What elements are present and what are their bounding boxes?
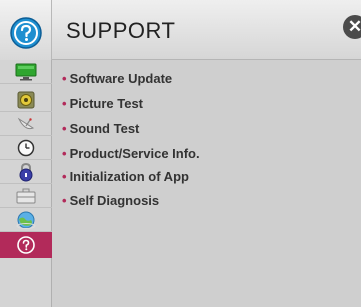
bullet: • xyxy=(62,192,67,208)
sidebar-item-option[interactable] xyxy=(0,184,52,208)
briefcase-icon xyxy=(16,188,36,203)
satellite-dish-icon xyxy=(17,117,35,129)
menu-item-sound-test[interactable]: • Sound Test xyxy=(62,116,139,140)
page-title: SUPPORT xyxy=(66,18,176,43)
sidebar-item-channel[interactable] xyxy=(0,112,52,136)
menu-item-label: Sound Test xyxy=(69,120,140,136)
bullet: • xyxy=(62,120,67,136)
header-icon-box xyxy=(0,0,52,60)
bullet: • xyxy=(62,168,67,184)
sidebar-item-sound[interactable] xyxy=(0,88,52,112)
speaker-icon xyxy=(17,91,35,108)
menu-item-label: Initialization of App xyxy=(69,168,189,184)
network-globe-icon xyxy=(16,211,36,229)
question-mark-icon xyxy=(10,17,42,49)
menu-item-label: Software Update xyxy=(69,70,173,86)
header-bar: SUPPORT ✕ xyxy=(0,0,361,60)
bullet: • xyxy=(62,95,67,111)
menu-item-product-service-info[interactable]: • Product/Service Info. xyxy=(62,141,200,165)
sidebar-item-lock[interactable] xyxy=(0,160,52,184)
menu-item-initialization-of-app[interactable]: • Initialization of App xyxy=(62,164,189,188)
close-icon: ✕ xyxy=(347,17,361,36)
menu-item-software-update[interactable]: • Software Update xyxy=(62,66,172,90)
close-button[interactable]: ✕ xyxy=(343,15,361,39)
lock-icon xyxy=(19,162,33,181)
menu-item-label: Product/Service Info. xyxy=(69,145,200,161)
bullet: • xyxy=(62,70,67,86)
sidebar xyxy=(0,60,52,307)
menu-item-label: Picture Test xyxy=(69,95,144,111)
support-menu: • Software Update • Picture Test • Sound… xyxy=(52,60,361,307)
sidebar-item-picture[interactable] xyxy=(0,60,52,84)
menu-item-label: Self Diagnosis xyxy=(69,192,160,208)
sidebar-item-network[interactable] xyxy=(0,208,52,232)
display-icon xyxy=(15,63,37,80)
clock-icon xyxy=(17,139,35,156)
bullet: • xyxy=(62,145,67,161)
support-icon xyxy=(17,236,35,254)
menu-item-picture-test[interactable]: • Picture Test xyxy=(62,91,143,115)
menu-item-self-diagnosis[interactable]: • Self Diagnosis xyxy=(62,188,159,212)
sidebar-item-time[interactable] xyxy=(0,136,52,160)
sidebar-item-support[interactable] xyxy=(0,232,52,258)
